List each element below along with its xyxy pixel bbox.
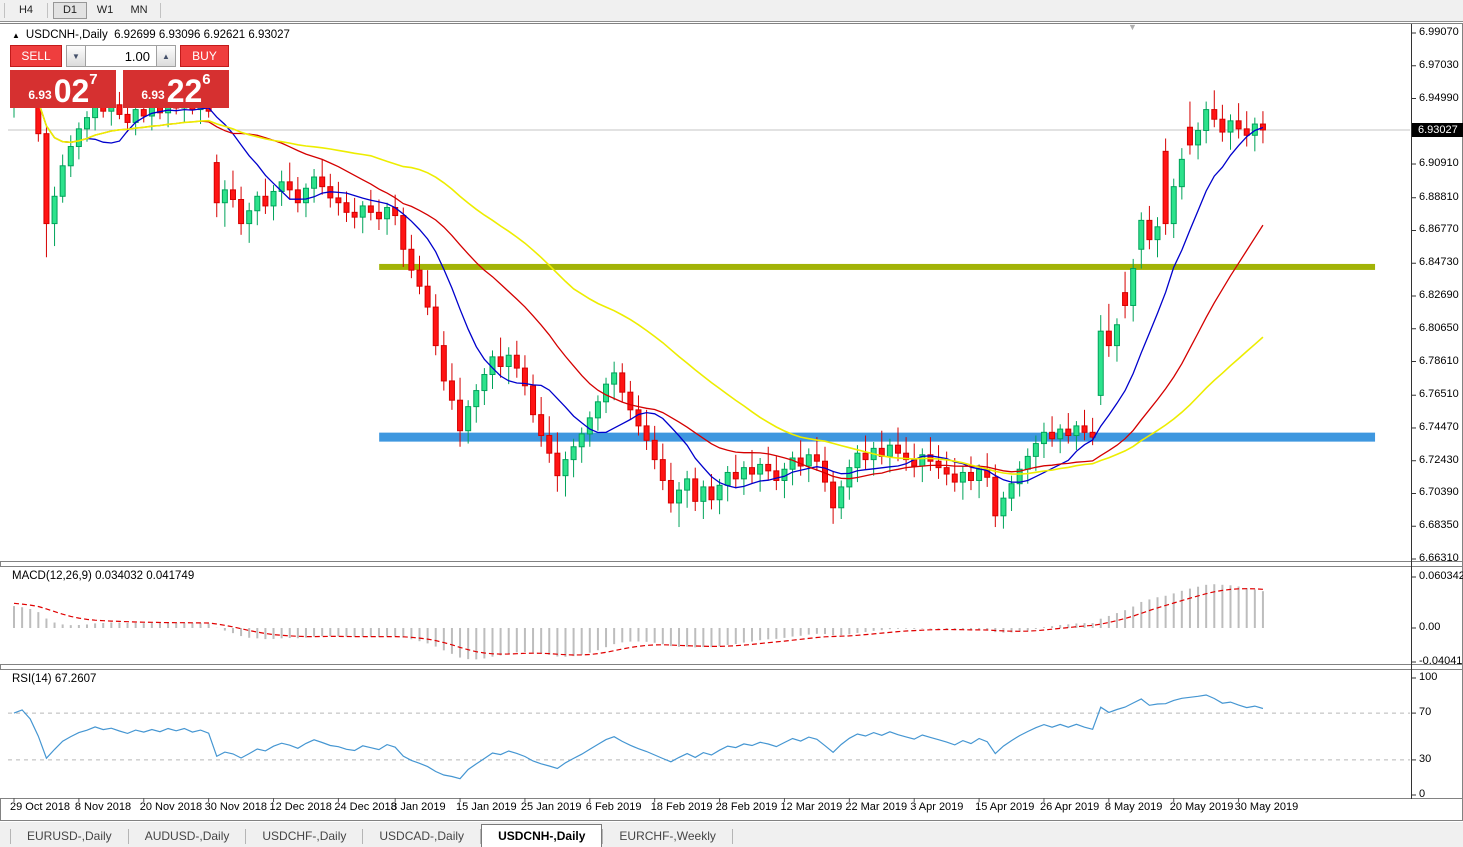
splitter-main-macd[interactable]	[0, 561, 1463, 562]
chart-tab-bar: EURUSD-,Daily AUDUSD-,Daily USDCHF-,Daily U…	[0, 822, 1463, 847]
tab-usdcad[interactable]: USDCAD-,Daily	[363, 826, 480, 847]
date-axis-top-border	[0, 798, 1463, 799]
timeframe-button-w1[interactable]: W1	[89, 2, 121, 19]
chart-ohlc-values: 6.92699 6.93096 6.92621 6.93027	[114, 29, 290, 41]
date-axis-label: 8 May 2019	[1104, 801, 1163, 813]
buy-price-sup: 6	[202, 71, 211, 88]
toolbar-separator	[47, 3, 48, 18]
macd-axis-label: -0.04041	[1419, 655, 1463, 667]
tab-separator	[731, 829, 733, 844]
collapse-triangle-icon[interactable]: ▲	[12, 31, 20, 40]
date-axis-label: 30 Nov 2018	[204, 801, 268, 813]
date-axis-label: 3 Apr 2019	[910, 801, 964, 813]
date-axis-label: 24 Dec 2018	[334, 801, 397, 813]
tab-eurusd[interactable]: EURUSD-,Daily	[11, 826, 128, 847]
macd-panel[interactable]	[0, 567, 1411, 664]
price-axis-label: 6.70390	[1419, 486, 1459, 499]
date-axis-label: 18 Feb 2019	[650, 801, 713, 813]
price-axis-label: 6.82690	[1419, 288, 1459, 301]
price-axis-label: 6.97030	[1419, 58, 1459, 71]
timeframe-button-h4[interactable]: H4	[10, 2, 42, 19]
price-axis-label: 6.88810	[1419, 190, 1459, 203]
price-axis-line	[1411, 24, 1412, 799]
price-axis-label: 6.78610	[1419, 354, 1459, 367]
toolbar-separator	[160, 3, 161, 18]
trading-terminal-window: H4 D1 W1 MN ▲ USDCNH-,Daily 6.92699 6.93096 …	[0, 0, 1463, 847]
date-axis-label: 28 Feb 2019	[715, 801, 778, 813]
macd-indicator-label: MACD(12,26,9) 0.034032 0.041749	[12, 570, 195, 582]
one-click-trade-widget: SELL ▼ ▲ BUY 6.93 02 7 6.93 22 6	[10, 45, 229, 108]
tab-audusd[interactable]: AUDUSD-,Daily	[129, 826, 246, 847]
date-axis-label: 15 Apr 2019	[975, 801, 1035, 813]
quote-gap	[116, 70, 123, 108]
date-axis-label: 20 May 2019	[1169, 801, 1234, 813]
window-bottom-border	[0, 820, 1463, 821]
tab-usdchf[interactable]: USDCHF-,Daily	[246, 826, 362, 847]
price-axis-label: 6.84730	[1419, 256, 1459, 269]
macd-axis-label: 0.060342	[1419, 570, 1463, 582]
date-axis-label: 29 Oct 2018	[10, 801, 70, 813]
price-axis-label: 6.94990	[1419, 91, 1459, 104]
sell-quote-panel[interactable]: 6.93 02 7	[10, 70, 116, 108]
date-axis-label: 12 Mar 2019	[780, 801, 843, 813]
splitter-macd-rsi[interactable]	[0, 664, 1463, 665]
buy-button[interactable]: BUY	[180, 45, 229, 67]
chart-title: ▲ USDCNH-,Daily 6.92699 6.93096 6.92621 6…	[12, 29, 290, 41]
date-axis-label: 6 Feb 2019	[585, 801, 642, 813]
date-axis-label: 15 Jan 2019	[456, 801, 517, 813]
toolbar-separator	[4, 3, 5, 18]
price-axis-label: 6.66310	[1419, 551, 1459, 564]
rsi-axis-label: 30	[1419, 752, 1432, 765]
buy-price-prefix: 6.93	[141, 88, 165, 102]
volume-decrease-button[interactable]: ▼	[66, 45, 86, 67]
date-axis-label: 26 Apr 2019	[1039, 801, 1100, 813]
sell-price-prefix: 6.93	[28, 88, 52, 102]
tab-eurchf[interactable]: EURCHF-,Weekly	[603, 826, 731, 847]
sell-button[interactable]: SELL	[10, 45, 62, 67]
price-axis-label: 6.86770	[1419, 223, 1459, 236]
price-axis-label: 6.90910	[1419, 157, 1459, 170]
rsi-axis-label: 70	[1419, 706, 1432, 719]
date-axis-label: 20 Nov 2018	[139, 801, 203, 813]
date-axis-label: 12 Dec 2018	[269, 801, 332, 813]
price-axis-label: 6.72430	[1419, 453, 1459, 466]
rsi-indicator-label: RSI(14) 67.2607	[12, 673, 97, 685]
date-axis-label: 8 Nov 2018	[74, 801, 132, 813]
rsi-axis-label: 100	[1419, 671, 1438, 683]
price-axis-label: 6.99070	[1419, 26, 1459, 38]
buy-price-big: 22	[166, 73, 203, 109]
macd-axis-label: 0.00	[1419, 621, 1441, 633]
sell-price-big: 02	[53, 73, 90, 109]
timeframe-toolbar: H4 D1 W1 MN	[0, 0, 1463, 22]
tab-usdcnh[interactable]: USDCNH-,Daily	[481, 824, 603, 847]
price-axis-label: 6.76510	[1419, 388, 1459, 401]
timeframe-button-d1[interactable]: D1	[53, 2, 87, 19]
volume-increase-button[interactable]: ▲	[156, 45, 176, 67]
price-axis-label: 6.74470	[1419, 420, 1459, 433]
rsi-axis-label: 0	[1419, 788, 1426, 800]
scroll-marker-icon[interactable]: ▼	[1128, 22, 1137, 32]
current-price-tag: 6.93027	[1412, 123, 1463, 137]
volume-input[interactable]	[86, 45, 156, 67]
buy-quote-panel[interactable]: 6.93 22 6	[123, 70, 229, 108]
price-axis-label: 6.68350	[1419, 519, 1459, 532]
date-axis-label: 25 Jan 2019	[520, 801, 582, 813]
date-axis-label: 3 Jan 2019	[391, 801, 446, 813]
chart-symbol-label: USDCNH-,Daily	[25, 29, 108, 41]
rsi-panel[interactable]	[0, 670, 1411, 798]
sell-price-sup: 7	[89, 71, 98, 88]
date-axis-label: 22 Mar 2019	[845, 801, 908, 813]
price-axis-label: 6.80650	[1419, 321, 1459, 334]
date-axis-label: 30 May 2019	[1234, 801, 1299, 813]
timeframe-button-mn[interactable]: MN	[123, 2, 155, 19]
